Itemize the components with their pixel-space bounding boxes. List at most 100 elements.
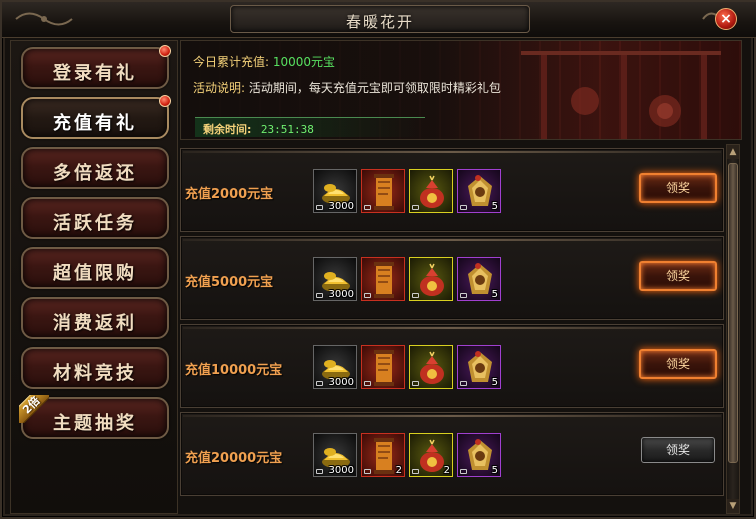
item-count: 5: [491, 377, 498, 388]
ornament-left-icon: [15, 12, 73, 26]
item-count: 5: [491, 289, 498, 300]
timer-line: 剩余时间: 23:51:38: [203, 121, 314, 137]
scroll-slot[interactable]: 2: [361, 433, 405, 477]
claim-button[interactable]: 领奖: [639, 173, 717, 203]
bound-lock-icon: [316, 293, 323, 298]
bound-lock-icon: [412, 293, 419, 298]
sidebar-item-theme-lottery[interactable]: 主题抽奖 2倍: [19, 395, 169, 439]
item-count: 3000: [328, 201, 354, 212]
sidebar-item-label: 登录有礼: [53, 63, 137, 84]
claim-button[interactable]: 领奖: [641, 437, 715, 463]
bound-lock-icon: [364, 205, 371, 210]
bound-lock-icon: [316, 381, 323, 386]
row-divider: [183, 327, 721, 329]
sidebar-item-limited-purchase[interactable]: 超值限购: [21, 247, 169, 289]
bound-lock-icon: [316, 205, 323, 210]
timer-label: 剩余时间:: [203, 123, 252, 136]
purple-token-slot[interactable]: 5: [457, 257, 501, 301]
gold-ingot-slot[interactable]: 3000: [313, 169, 357, 213]
sidebar-item-spend-rebate[interactable]: 消费返利: [21, 297, 169, 339]
scroll-slot[interactable]: [361, 169, 405, 213]
item-count: 2: [443, 465, 450, 476]
scroll-slot[interactable]: [361, 345, 405, 389]
reward-row: 充值10000元宝 3000 5 领奖: [180, 324, 724, 408]
timer-value: 23:51:38: [260, 123, 314, 136]
sidebar-item-multi-return[interactable]: 多倍返还: [21, 147, 169, 189]
pavilion-decoration-icon: [521, 51, 721, 139]
gold-ingot-slot[interactable]: 3000: [313, 433, 357, 477]
bound-lock-icon: [364, 293, 371, 298]
window-title: 春暖花开: [345, 13, 414, 31]
recharge-tier-label: 充值2000元宝: [185, 187, 274, 202]
notification-dot-icon: [159, 95, 171, 107]
row-divider: [183, 239, 721, 241]
purple-token-slot[interactable]: 5: [457, 345, 501, 389]
reward-row: 充值20000元宝 3000 2 2 5 领奖: [180, 412, 724, 496]
bound-lock-icon: [412, 205, 419, 210]
sidebar-item-active-tasks[interactable]: 活跃任务: [21, 197, 169, 239]
scroll-thumb[interactable]: [728, 163, 738, 463]
row-divider: [183, 151, 721, 153]
sidebar-item-label: 材料竞技: [53, 363, 137, 384]
activity-desc-line: 活动说明: 活动期间，每天充值元宝即可领取限时精彩礼包: [193, 79, 501, 96]
total-recharge-value: 10000元宝: [272, 55, 336, 69]
bound-lock-icon: [460, 293, 467, 298]
bound-lock-icon: [460, 469, 467, 474]
scroll-down-arrow-icon[interactable]: ▼: [727, 499, 739, 513]
activity-desc-label: 活动说明:: [193, 81, 246, 95]
sidebar-item-login-gift[interactable]: 登录有礼: [21, 45, 171, 89]
item-count: 3000: [328, 377, 354, 388]
red-bag-slot[interactable]: [409, 345, 453, 389]
bound-lock-icon: [460, 381, 467, 386]
item-count: 3000: [328, 289, 354, 300]
bound-lock-icon: [364, 469, 371, 474]
sidebar-item-label: 活跃任务: [53, 213, 137, 234]
red-bag-slot[interactable]: 2: [409, 433, 453, 477]
reward-row: 充值2000元宝 3000 5 领奖: [180, 148, 724, 232]
event-banner: 今日累计充值: 10000元宝 活动说明: 活动期间，每天充值元宝即可领取限时精…: [180, 40, 742, 140]
sidebar-item-material-contest[interactable]: 材料竞技: [21, 347, 169, 389]
sidebar-item-label: 充值有礼: [53, 113, 137, 134]
bound-lock-icon: [316, 469, 323, 474]
sidebar: 登录有礼 充值有礼 多倍返还 活跃任务 超值限购 消费返利 材料竞技 主题抽奖 …: [10, 40, 178, 514]
title-plate: 春暖花开: [230, 5, 530, 33]
sidebar-item-label: 消费返利: [53, 313, 137, 334]
sidebar-item-recharge-gift[interactable]: 充值有礼: [21, 95, 171, 139]
sidebar-item-label: 超值限购: [53, 263, 137, 284]
bound-lock-icon: [412, 469, 419, 474]
purple-token-slot[interactable]: 5: [457, 433, 501, 477]
claim-button[interactable]: 领奖: [639, 261, 717, 291]
total-recharge-label: 今日累计充值:: [193, 55, 270, 69]
scroll-slot[interactable]: [361, 257, 405, 301]
recharge-tier-label: 充值20000元宝: [185, 451, 283, 466]
item-count: 2: [395, 465, 402, 476]
gold-ingot-slot[interactable]: 3000: [313, 257, 357, 301]
close-button[interactable]: ×: [715, 8, 737, 30]
red-bag-slot[interactable]: [409, 257, 453, 301]
recharge-tier-label: 充值10000元宝: [185, 363, 283, 378]
activity-desc-value: 活动期间，每天充值元宝即可领取限时精彩礼包: [248, 81, 501, 95]
double-tag: 2倍: [19, 395, 49, 423]
red-bag-slot[interactable]: [409, 169, 453, 213]
bound-lock-icon: [412, 381, 419, 386]
bound-lock-icon: [460, 205, 467, 210]
scrollbar[interactable]: ▲ ▼: [726, 144, 740, 514]
timer-plate: 剩余时间: 23:51:38: [195, 117, 425, 137]
total-recharge-line: 今日累计充值: 10000元宝: [193, 53, 335, 70]
reward-row: 充值5000元宝 3000 5 领奖: [180, 236, 724, 320]
gold-ingot-slot[interactable]: 3000: [313, 345, 357, 389]
notification-dot-icon: [159, 45, 171, 57]
sidebar-item-label: 多倍返还: [53, 163, 137, 184]
scroll-up-arrow-icon[interactable]: ▲: [727, 145, 739, 159]
row-divider: [183, 415, 721, 417]
item-count: 3000: [328, 465, 354, 476]
claim-button[interactable]: 领奖: [639, 349, 717, 379]
title-bar: 春暖花开 ×: [2, 2, 756, 38]
item-count: 5: [491, 465, 498, 476]
bound-lock-icon: [364, 381, 371, 386]
purple-token-slot[interactable]: 5: [457, 169, 501, 213]
recharge-tier-label: 充值5000元宝: [185, 275, 274, 290]
item-count: 5: [491, 201, 498, 212]
activity-window: 春暖花开 × 登录有礼 充值有礼 多倍返还 活跃任务 超值限购 消费返利 材料竞…: [0, 0, 756, 519]
double-tag-label: 2倍: [19, 395, 49, 423]
